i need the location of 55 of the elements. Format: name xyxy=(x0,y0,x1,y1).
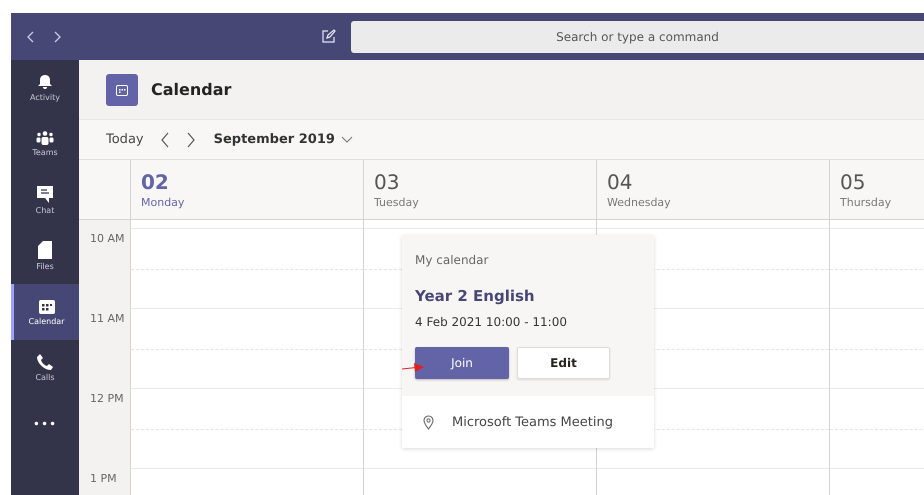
sidebar-item[interactable]: Files xyxy=(11,228,79,284)
join-button[interactable]: Join xyxy=(415,347,509,379)
compose-icon[interactable] xyxy=(321,29,336,44)
next-icon[interactable] xyxy=(186,132,196,148)
people-icon xyxy=(36,131,54,145)
sidebar-label: Teams xyxy=(32,148,58,157)
sidebar-label: Chat xyxy=(36,206,54,214)
weekday-label: Monday xyxy=(141,196,186,209)
search-field[interactable]: Search or type a command xyxy=(351,20,924,52)
sidebar-item[interactable]: Chat xyxy=(11,172,79,228)
phone-icon xyxy=(37,354,53,370)
month-dropdown[interactable]: September 2019 xyxy=(214,132,353,147)
event-location: Microsoft Teams Meeting xyxy=(452,414,613,430)
arrow-icon xyxy=(402,362,424,372)
calendar-icon xyxy=(106,74,138,106)
file-icon xyxy=(38,241,52,259)
day-header[interactable]: 05 Thursday xyxy=(830,160,924,219)
sidebar-item[interactable]: ••• xyxy=(11,396,79,452)
sidebar-label: Files xyxy=(36,262,54,271)
previous-icon[interactable] xyxy=(160,132,170,148)
sidebar-label: ••• xyxy=(32,417,58,431)
weekday-label: Thursday xyxy=(840,196,892,209)
event-title: Year 2 English xyxy=(415,287,536,305)
forward-icon[interactable] xyxy=(53,30,61,42)
page-title: Calendar xyxy=(151,80,232,99)
day-number: 04 xyxy=(607,170,634,194)
hour-label: 12 PM xyxy=(90,392,124,405)
sidebar-item[interactable]: Calendar xyxy=(11,284,79,340)
calendar-icon xyxy=(38,298,54,314)
sidebar-item[interactable]: Teams xyxy=(11,116,79,172)
event-time: 4 Feb 2021 10:00 - 11:00 xyxy=(415,315,568,329)
hour-label: 1 PM xyxy=(90,472,117,485)
day-header[interactable]: 04 Wednesday xyxy=(597,160,830,219)
sidebar-item[interactable]: Calls xyxy=(11,340,79,396)
weekday-label: Tuesday xyxy=(374,196,420,209)
chat-icon xyxy=(37,186,53,202)
sidebar-label: Calls xyxy=(35,373,55,382)
day-number: 03 xyxy=(374,170,400,194)
location-pin-icon xyxy=(423,414,434,430)
hour-label: 11 AM xyxy=(90,312,125,325)
day-header[interactable]: 03 Tuesday xyxy=(364,160,597,219)
weekday-label: Wednesday xyxy=(607,196,672,209)
sidebar-label: Calendar xyxy=(28,316,64,326)
day-number: 05 xyxy=(840,170,866,194)
bell-icon xyxy=(38,74,52,90)
calendar-name: My calendar xyxy=(415,253,490,267)
day-number: 02 xyxy=(141,170,170,194)
sidebar-item[interactable]: Activity xyxy=(11,60,79,116)
day-header[interactable]: 02 Monday xyxy=(131,160,364,219)
back-icon[interactable] xyxy=(27,30,35,42)
today-button[interactable]: Today xyxy=(106,132,144,147)
sidebar-label: Activity xyxy=(30,93,60,102)
hour-label: 10 AM xyxy=(90,232,125,245)
edit-button[interactable]: Edit xyxy=(517,347,610,379)
chevron-down-icon xyxy=(340,136,353,143)
